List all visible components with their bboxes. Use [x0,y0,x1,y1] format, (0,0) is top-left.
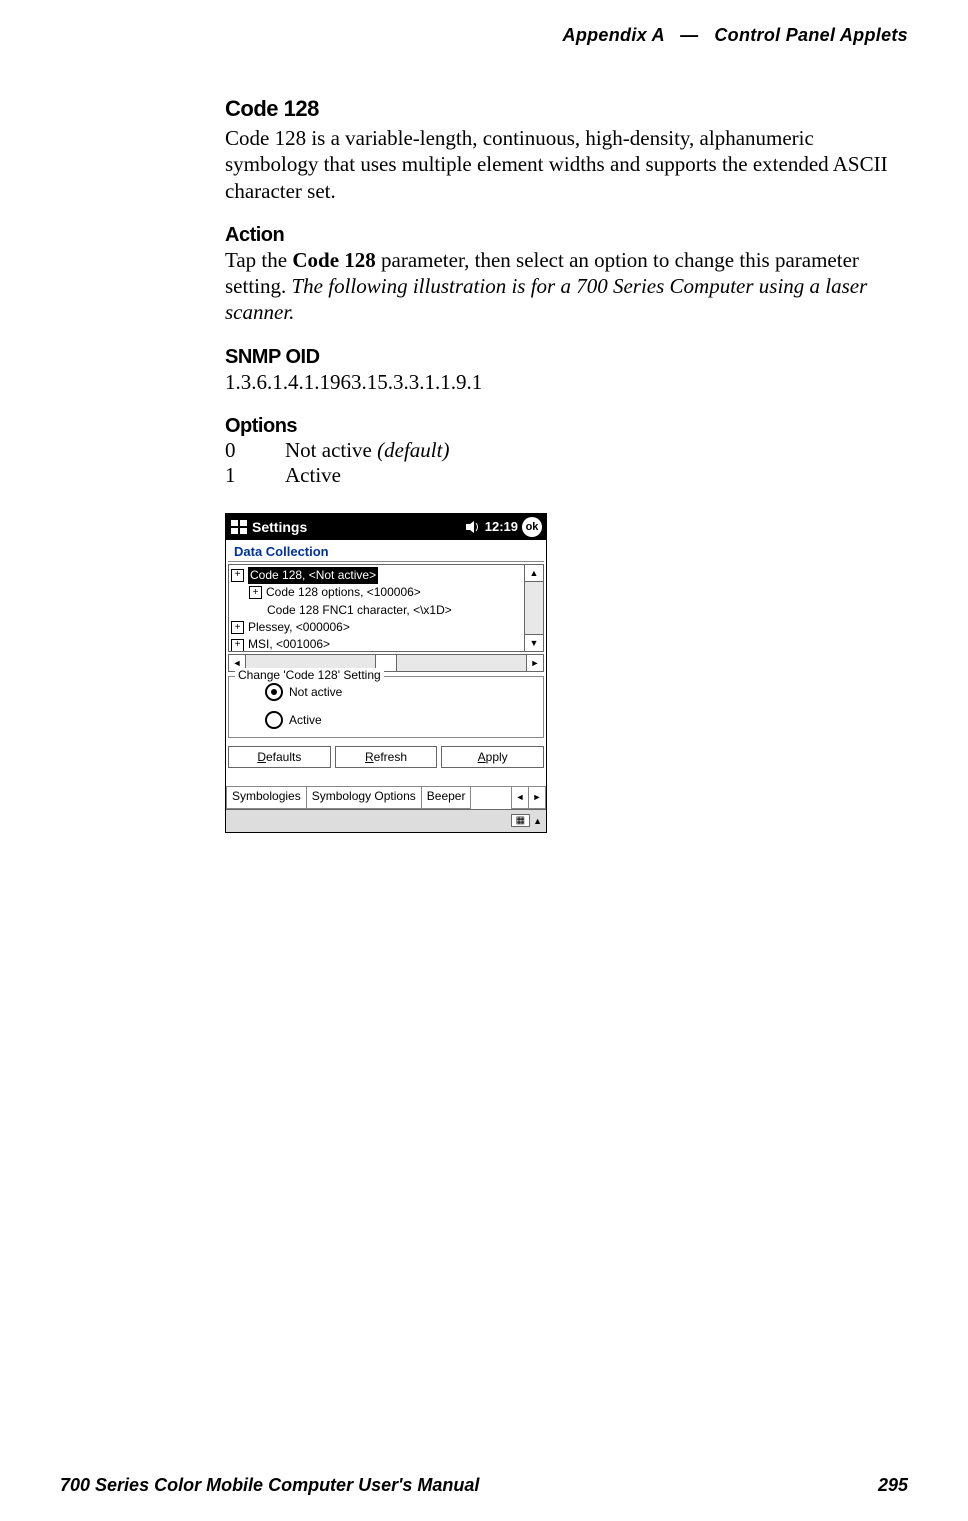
expand-icon[interactable]: + [231,569,244,582]
tab-scroll-left-icon[interactable]: ◄ [511,787,529,809]
ok-button[interactable]: ok [522,517,542,537]
settings-tree[interactable]: + Code 128, <Not active> + Code 128 opti… [228,564,524,652]
tab-strip: Symbologies Symbology Options Beeper ◄ ► [226,786,546,809]
pda-bottom-bar: ▦ ▲ [226,809,546,832]
applet-title: Data Collection [228,540,544,562]
sip-up-icon[interactable]: ▲ [533,816,542,826]
option-row: 1 Active [225,463,908,488]
header-sep: — [680,25,698,45]
header-right: Control Panel Applets [714,25,908,45]
vertical-scrollbar[interactable]: ▲ ▼ [524,564,544,652]
tree-item[interactable]: + MSI, <001006> [231,636,522,651]
defaults-button[interactable]: Defaults [228,746,331,768]
pda-screenshot: Settings 12:19 ok Data Collection + Code… [225,513,547,833]
footer-title: 700 Series Color Mobile Computer User's … [60,1475,479,1496]
radio-not-active[interactable]: Not active [265,683,537,701]
action-heading: Action [225,224,908,247]
scroll-up-icon[interactable]: ▲ [525,565,543,582]
pda-titlebar: Settings 12:19 ok [226,514,546,540]
tab-symbology-options[interactable]: Symbology Options [307,787,422,809]
radio-icon[interactable] [265,683,283,701]
scroll-down-icon[interactable]: ▼ [525,634,543,651]
scroll-right-icon[interactable]: ► [526,655,543,671]
section-title: Code 128 [225,96,908,122]
expand-icon[interactable]: + [231,621,244,634]
apply-button[interactable]: Apply [441,746,544,768]
tab-beeper[interactable]: Beeper [422,787,472,809]
snmp-oid: 1.3.6.1.4.1.1963.15.3.3.1.1.9.1 [225,369,908,395]
header-left: Appendix A [563,25,665,45]
tree-item[interactable]: + Plessey, <000006> [231,619,522,636]
tab-symbologies[interactable]: Symbologies [226,787,307,809]
tree-item[interactable]: + Code 128, <Not active> [231,567,522,584]
section-desc: Code 128 is a variable-length, continuou… [225,125,908,204]
windows-start-icon[interactable] [230,518,248,536]
option-row: 0 Not active (default) [225,438,908,463]
tree-item[interactable]: + Code 128 options, <100006> [231,584,522,601]
tree-item[interactable]: Code 128 FNC1 character, <\x1D> [231,602,522,619]
pda-clock: 12:19 [485,519,518,534]
expand-icon[interactable]: + [231,639,244,652]
refresh-button[interactable]: Refresh [335,746,438,768]
change-setting-group: Change 'Code 128' Setting Not active Act… [228,676,544,738]
options-heading: Options [225,415,908,438]
radio-icon[interactable] [265,711,283,729]
keyboard-icon[interactable]: ▦ [511,814,530,827]
page-number: 295 [878,1475,908,1496]
pda-title: Settings [252,519,461,535]
tab-scroll-right-icon[interactable]: ► [529,787,546,809]
action-text: Tap the Code 128 parameter, then select … [225,247,908,326]
snmp-heading: SNMP OID [225,346,908,369]
group-legend: Change 'Code 128' Setting [235,668,384,682]
running-header: Appendix A — Control Panel Applets [60,25,908,46]
radio-active[interactable]: Active [265,711,537,729]
speaker-icon[interactable] [465,520,481,534]
expand-icon[interactable]: + [249,586,262,599]
